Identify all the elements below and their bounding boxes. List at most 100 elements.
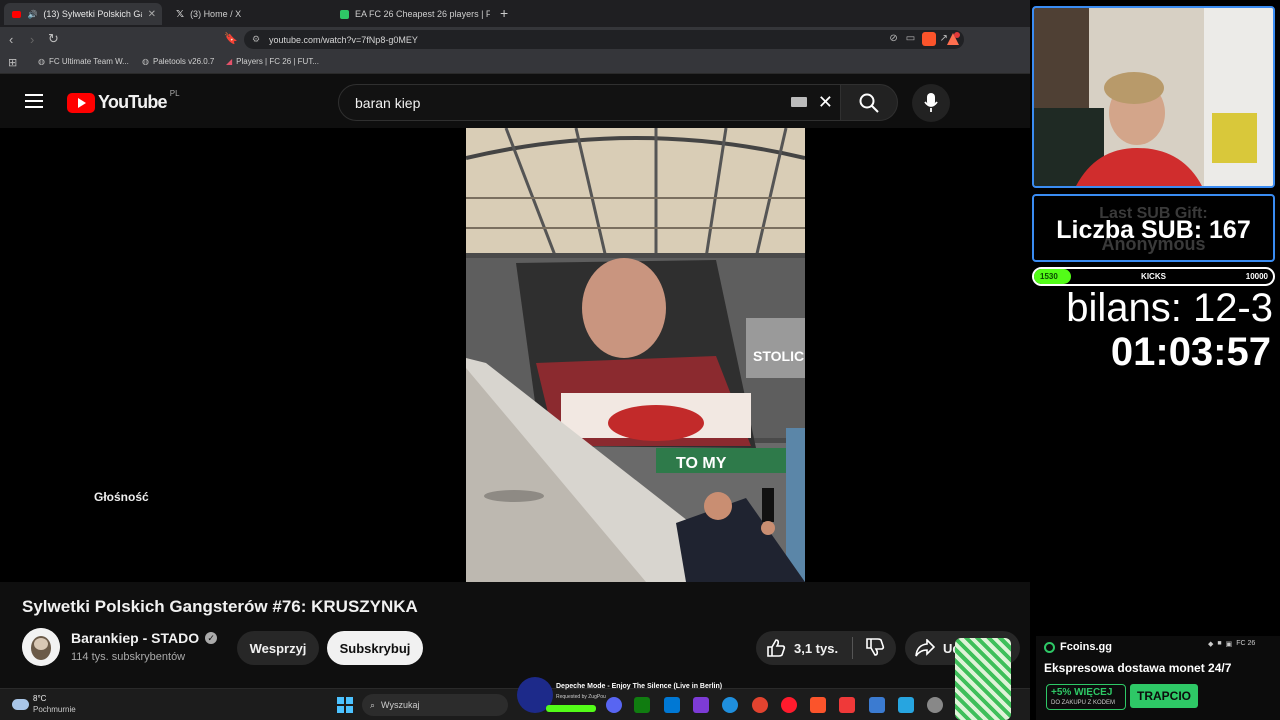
ad-code-button[interactable]: TRAPCIO — [1130, 684, 1198, 708]
app-w-icon[interactable] — [898, 697, 914, 713]
brave-rewards-icon[interactable] — [946, 32, 960, 46]
sub-count: Liczba SUB: 167 — [1056, 216, 1251, 244]
app-icon[interactable] — [693, 697, 709, 713]
brave-shield-icon[interactable] — [922, 32, 936, 46]
xbox-icon: ■ — [1217, 640, 1222, 647]
bookmark-fc-ultimate[interactable]: ◍ FC Ultimate Team W... — [38, 57, 129, 66]
region-code: PL — [169, 89, 180, 98]
stadium-scene-image: STOLIC TO MY — [466, 128, 805, 582]
dislike-button[interactable] — [865, 637, 885, 660]
bookmark-paletools[interactable]: ◍ Paletools v26.0.7 — [142, 57, 214, 66]
thumbs-up-icon — [767, 639, 786, 657]
share-icon — [915, 639, 935, 657]
microphone-icon — [924, 93, 938, 112]
futbin-favicon-icon — [340, 9, 349, 19]
address-bar-row: ‹ › ↻ 🔖 ⚙ youtube.com/watch?v=7fNp8-g0ME… — [0, 27, 1030, 52]
ad-bonus-sub: DO ZAKUPU Z KODEM — [1051, 700, 1116, 706]
back-icon[interactable]: ‹ — [9, 32, 13, 47]
pc-icon: ▣ — [1225, 641, 1233, 648]
webcam-feed — [1032, 6, 1275, 188]
globe-icon: ◍ — [142, 57, 149, 66]
url-text: youtube.com/watch?v=7fNp8-g0MEY — [269, 34, 418, 45]
reload-icon[interactable]: ↻ — [48, 31, 59, 47]
apps-grid-icon[interactable]: ⊞ — [8, 56, 17, 69]
channel-name[interactable]: Barankiep - STADO ✓ — [71, 630, 218, 646]
channel-avatar[interactable] — [22, 628, 60, 666]
edge-icon[interactable] — [722, 697, 738, 713]
new-tab-icon[interactable]: + — [500, 5, 508, 21]
now-playing-progress — [546, 705, 596, 712]
chrome-icon[interactable] — [752, 697, 768, 713]
browser-tab-bar: 🔊 (13) Sylwetki Polskich Gangste ✕ 𝕏 (3)… — [0, 0, 1030, 27]
support-button[interactable]: Wesprzyj — [237, 631, 319, 665]
start-button[interactable] — [337, 697, 353, 718]
subscribe-button[interactable]: Subskrybuj — [327, 631, 423, 665]
bookmark-label: Paletools v26.0.7 — [152, 57, 215, 66]
windows-icon — [337, 697, 353, 713]
ad-brand-text: Fcoins.gg — [1060, 641, 1112, 653]
taskbar-search[interactable]: ⌕ Wyszukaj — [362, 694, 508, 716]
playstation-icon: ◆ — [1208, 641, 1214, 648]
brave-icon[interactable] — [810, 697, 826, 713]
video-frame[interactable]: STOLIC TO MY — [466, 128, 805, 582]
vscode-icon[interactable] — [664, 697, 680, 713]
verified-icon: ✓ — [205, 632, 218, 644]
bilans-score: bilans: 12-3 — [1066, 286, 1273, 330]
forward-icon[interactable]: › — [30, 32, 34, 47]
search-icon: ⌕ — [370, 699, 376, 710]
site-info-icon[interactable]: ⚙ — [252, 34, 260, 45]
windows-taskbar: 8°C Pochmurnie ⌕ Wyszukaj Depeche Mode -… — [0, 677, 1030, 720]
bookmarks-bar: ⊞ ◍ FC Ultimate Team W... ◍ Paletools v2… — [0, 52, 1030, 74]
search-button[interactable] — [840, 84, 898, 121]
menu-icon[interactable] — [25, 94, 43, 113]
taskbar-search-placeholder: Wyszukaj — [381, 700, 420, 710]
now-playing-requester: Requested by ZugPou — [556, 694, 606, 700]
thumbs-down-icon — [866, 637, 885, 656]
tab-label: EA FC 26 Cheapest 26 players | FUTBI — [355, 9, 490, 19]
search-input[interactable]: baran kiep ✕ — [338, 84, 848, 121]
now-playing-title: Depeche Mode - Enjoy The Silence (Live i… — [556, 683, 723, 690]
youtube-header: YouTube PL baran kiep ✕ — [0, 76, 1030, 128]
divider — [852, 637, 854, 659]
kicks-goal: 10000 — [1245, 272, 1268, 281]
audio-playing-icon[interactable]: 🔊 — [27, 10, 37, 19]
weather-desc: Pochmurnie — [33, 705, 76, 714]
can-graphic — [955, 638, 1011, 720]
file-explorer-icon[interactable] — [869, 697, 885, 713]
tab-youtube[interactable]: 🔊 (13) Sylwetki Polskich Gangste ✕ — [4, 3, 162, 25]
settings-icon[interactable] — [927, 697, 943, 713]
kicks-progress-bar: 1530 KICKS 10000 — [1032, 267, 1275, 286]
voice-search-button[interactable] — [912, 84, 950, 122]
clear-search-icon[interactable]: ✕ — [818, 92, 833, 113]
url-field[interactable]: ⚙ youtube.com/watch?v=7fNp8-g0MEY ⊘▭⊕↗ — [244, 30, 964, 49]
subscriber-count: 114 tys. subskrybentów — [71, 651, 186, 663]
search-icon — [859, 93, 879, 113]
channel-name-text: Barankiep - STADO — [71, 630, 200, 646]
bookmark-icon[interactable]: 🔖 — [224, 32, 238, 45]
opera-icon[interactable] — [781, 697, 797, 713]
video-title: Sylwetki Polskich Gangsterów #76: KRUSZY… — [22, 597, 418, 616]
stream-timer: 01:03:57 — [1110, 330, 1271, 374]
bookmark-players[interactable]: ◢ Players | FC 26 | FUT... — [226, 57, 319, 66]
cloud-icon — [12, 699, 29, 710]
stream-overlay: Last SUB Gift: Anonymous Liczba SUB: 167… — [1030, 0, 1280, 720]
vivaldi-icon[interactable] — [839, 697, 855, 713]
video-player[interactable]: Głośność STOLIC TO MY — [0, 128, 1030, 582]
ad-bonus: +5% WIĘCEJ — [1051, 687, 1113, 698]
discord-icon[interactable] — [606, 697, 622, 713]
sheep-logo-icon — [22, 628, 60, 666]
xbox-icon[interactable] — [634, 697, 650, 713]
ad-game: FC 26 — [1236, 640, 1256, 647]
close-tab-icon[interactable]: ✕ — [148, 9, 156, 20]
tab-x[interactable]: 𝕏 (3) Home / X — [168, 3, 328, 25]
ad-brand: Fcoins.gg — [1044, 641, 1112, 653]
fcoins-ad[interactable]: Fcoins.gg ◆ ■ ▣ FC 26 Ekspresowa dostawa… — [1036, 636, 1280, 720]
platform-icons: ◆ ■ ▣ FC 26 — [1208, 640, 1255, 648]
like-button[interactable]: 3,1 tys. — [766, 638, 838, 658]
like-count: 3,1 tys. — [794, 640, 839, 656]
logo-text: YouTube — [98, 92, 168, 112]
keyboard-icon[interactable] — [791, 97, 807, 107]
futbin-icon: ◢ — [226, 57, 233, 66]
youtube-logo[interactable]: YouTube PL — [67, 89, 180, 113]
tab-futbin[interactable]: EA FC 26 Cheapest 26 players | FUTBI — [332, 3, 494, 25]
